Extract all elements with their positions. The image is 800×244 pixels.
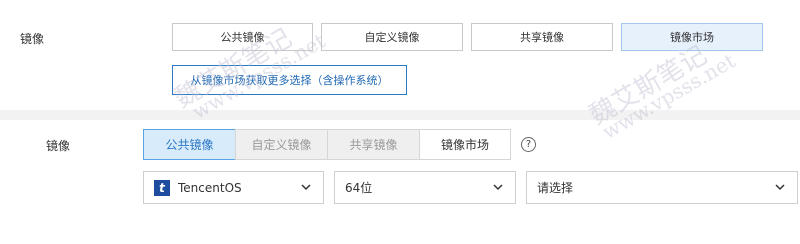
version-select[interactable]: 请选择 xyxy=(526,171,798,204)
chevron-down-icon xyxy=(493,184,503,191)
chevron-down-icon xyxy=(775,184,785,191)
tab-image-market[interactable]: 镜像市场 xyxy=(419,129,511,160)
image-selector-panel-legacy: 镜像 公共镜像 自定义镜像 共享镜像 镜像市场 从镜像市场获取更多选择（含操作系… xyxy=(0,0,800,110)
arch-select-value: 64位 xyxy=(345,181,373,195)
tab-shared-image[interactable]: 共享镜像 xyxy=(471,23,613,51)
os-select[interactable]: t TencentOS xyxy=(143,171,324,204)
tab-shared-image[interactable]: 共享镜像 xyxy=(327,129,420,160)
tab-public-image[interactable]: 公共镜像 xyxy=(143,129,236,160)
arch-select[interactable]: 64位 xyxy=(334,171,516,204)
question-circle-icon[interactable]: ? xyxy=(521,137,536,152)
image-market-link-button[interactable]: 从镜像市场获取更多选择（含操作系统） xyxy=(172,65,407,95)
chevron-down-icon xyxy=(301,184,311,191)
image-label: 镜像 xyxy=(20,32,45,46)
tencentos-logo-icon: t xyxy=(154,179,170,196)
tab-custom-image[interactable]: 自定义镜像 xyxy=(321,23,463,51)
image-selector-panel: 镜像 公共镜像 自定义镜像 共享镜像 镜像市场 ? t TencentOS 64… xyxy=(0,120,800,244)
version-select-value: 请选择 xyxy=(537,181,574,195)
os-select-value: TencentOS xyxy=(178,180,242,195)
tab-public-image[interactable]: 公共镜像 xyxy=(172,23,313,51)
image-label: 镜像 xyxy=(46,139,71,153)
tab-custom-image[interactable]: 自定义镜像 xyxy=(235,129,328,160)
tab-image-market[interactable]: 镜像市场 xyxy=(621,23,763,51)
